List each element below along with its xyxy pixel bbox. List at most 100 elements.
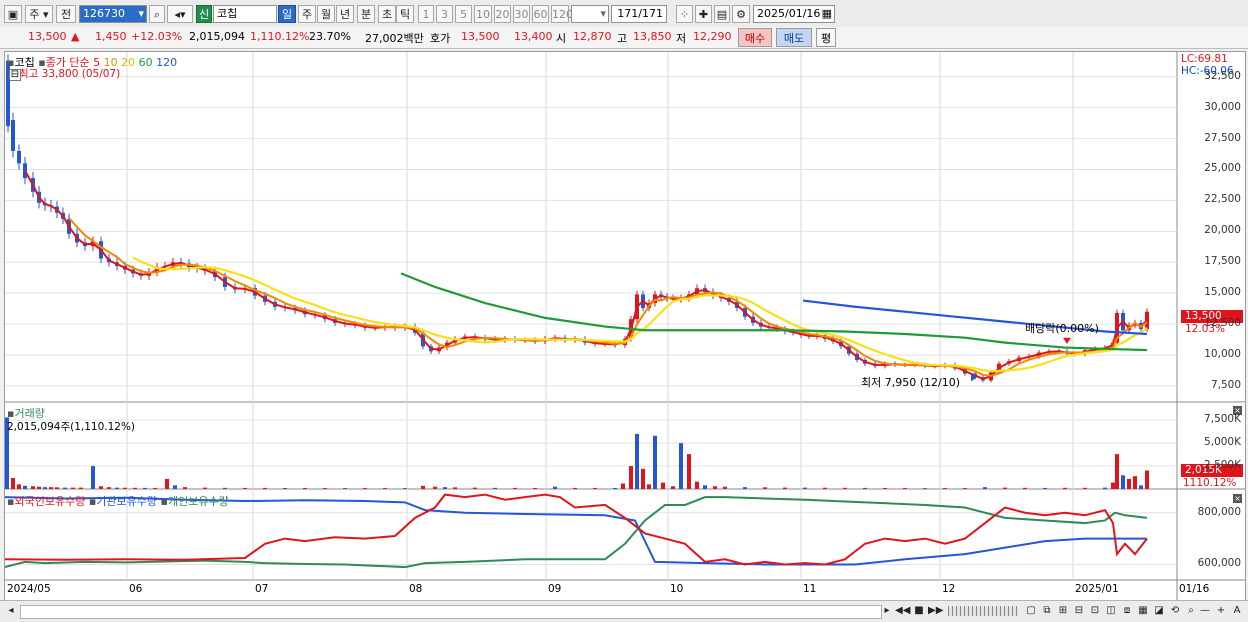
layout-icon[interactable]: ⧉ — [1040, 604, 1054, 618]
save-icon[interactable]: ▤ — [714, 5, 730, 23]
layout-icon[interactable]: ⊟ — [1072, 604, 1086, 618]
magnifier-icon[interactable]: ⌕ — [1184, 604, 1198, 618]
high-note: 최고 33,800 (05/07) — [19, 68, 121, 80]
layout-icon[interactable]: ⧈ — [1120, 604, 1134, 618]
gear-icon[interactable]: ⚙ — [732, 5, 750, 23]
crosshair-icon[interactable]: ✚ — [695, 5, 712, 23]
volume-bar — [1115, 454, 1119, 489]
volume-bar — [533, 487, 537, 489]
volume-tick: 7,500K — [1204, 413, 1241, 426]
buy-button[interactable]: 매수 — [738, 28, 772, 47]
interval-button[interactable]: 20 — [494, 5, 511, 23]
layout-icon[interactable]: ◪ — [1152, 604, 1166, 618]
volume-bar — [1111, 482, 1115, 489]
period-button[interactable]: 월 — [317, 5, 335, 23]
bottom-nav: ◂ ▸ ◀◀ ■ ▶▶ ▢ ⧉ ⊞ ⊟ ⊡ ◫ ⧈ ▦ ◪ ⟲ ⌕ — + A — [0, 600, 1248, 622]
rewind-icon[interactable]: ◀◀ — [895, 604, 910, 618]
volume-bar — [343, 488, 347, 489]
volume-bar — [823, 487, 827, 489]
volume-bar — [383, 488, 387, 489]
period-button[interactable]: 분 — [357, 5, 375, 23]
layout-icon[interactable]: ⟲ — [1168, 604, 1182, 618]
period-button[interactable]: 년 — [336, 5, 354, 23]
layout-icon[interactable]: ▢ — [1024, 604, 1038, 618]
eval-button[interactable]: 평 — [816, 28, 836, 47]
layout-icon[interactable]: ◫ — [1104, 604, 1118, 618]
interval-button[interactable]: 60 — [532, 5, 549, 23]
market-type-select[interactable]: 주 ▾ — [25, 5, 53, 23]
close-icon[interactable]: × — [1233, 494, 1242, 503]
price-tick: 20,000 — [1204, 224, 1241, 237]
volume-bar — [943, 488, 947, 489]
last-volume-pct: 1110.12% — [1183, 477, 1237, 489]
volume-bar — [661, 482, 665, 489]
volume-bar — [671, 486, 675, 489]
interval-button[interactable]: 3 — [436, 5, 453, 23]
volume-bar — [687, 454, 691, 489]
volume-bar — [49, 487, 53, 489]
collapse-icon[interactable]: ⊟ — [9, 69, 21, 81]
volume-bar — [363, 488, 367, 489]
volume-bar — [55, 487, 59, 489]
zoom-in-icon[interactable]: + — [1214, 604, 1228, 618]
date-field[interactable]: 2025/01/16 ▦ — [753, 5, 835, 23]
stop-icon[interactable]: ■ — [912, 604, 926, 618]
bar-count-field[interactable]: 171/171 — [611, 5, 667, 23]
font-size-icon[interactable]: A — [1230, 604, 1244, 618]
volume-bar — [613, 487, 617, 489]
all-button[interactable]: 전 — [56, 5, 76, 23]
chart-area[interactable]: ▪코칩 ▪종가 단순 5 10 20 60 120 최고 33,800 (05/… — [4, 51, 1246, 603]
high-price: 13,850 — [633, 30, 672, 43]
x-tick: 11 — [803, 583, 817, 595]
period-button[interactable]: 일 — [278, 5, 296, 23]
period-button[interactable]: 주 — [298, 5, 316, 23]
scroll-right-icon[interactable]: ▸ — [880, 604, 894, 618]
sell-button[interactable]: 매도 — [776, 28, 812, 47]
layout-icon[interactable]: ⊞ — [1056, 604, 1070, 618]
scrollbar-track[interactable] — [20, 605, 882, 619]
volume-bar — [31, 486, 35, 489]
layout-icon[interactable]: ⊡ — [1088, 604, 1102, 618]
candle — [23, 163, 27, 179]
volume-bar — [323, 488, 327, 489]
x-tick: 2024/05 — [7, 583, 51, 595]
interval-dropdown[interactable]: ▾ — [571, 5, 609, 23]
interval-button[interactable]: 120 — [551, 5, 573, 23]
zoom-out-icon[interactable]: — — [1198, 604, 1212, 618]
stock-name-field[interactable]: 코칩 — [213, 5, 277, 23]
toolbar: ▣ 주 ▾ 전 126730 ▾ ⌕ ◂▾ 신 코칩 일주월년분초틱 1 3 5 10 2… — [0, 0, 1248, 28]
grid-icon[interactable]: ⁘ — [676, 5, 693, 23]
interval-button[interactable]: 1 — [418, 5, 434, 23]
volume-bar — [641, 468, 645, 489]
up-arrow-icon: ▲ — [71, 30, 80, 43]
volume-bar — [843, 487, 847, 489]
volume-bar — [37, 486, 41, 489]
search-icon[interactable]: ⌕ — [149, 5, 165, 23]
period-button[interactable]: 초 — [378, 5, 396, 23]
price-tick: 17,500 — [1204, 255, 1241, 268]
volume-bar — [473, 487, 477, 489]
forward-icon[interactable]: ▶▶ — [928, 604, 943, 618]
speaker-icon[interactable]: ◂▾ — [167, 5, 193, 23]
volume-bar — [443, 487, 447, 489]
volume-bar — [91, 466, 95, 489]
stock-code-input[interactable]: 126730 ▾ — [79, 5, 147, 23]
scroll-left-icon[interactable]: ◂ — [4, 604, 18, 618]
volume-bar — [183, 487, 187, 489]
interval-button[interactable]: 5 — [455, 5, 472, 23]
period-button[interactable]: 틱 — [396, 5, 414, 23]
volume-bar — [263, 487, 267, 489]
layout-icon[interactable]: ▦ — [1136, 604, 1150, 618]
new-listing-badge: 신 — [196, 5, 212, 23]
window-icon[interactable]: ▣ — [4, 5, 22, 23]
price-change-pct: +12.03% — [131, 30, 183, 43]
interval-button[interactable]: 10 — [474, 5, 492, 23]
interval-button[interactable]: 30 — [513, 5, 530, 23]
price-tick: 15,000 — [1204, 286, 1241, 299]
volume-bar — [143, 487, 147, 489]
zoom-slider[interactable] — [948, 606, 1018, 616]
high-label: 고 — [617, 32, 628, 45]
volume-bar — [695, 481, 699, 489]
holding-tick: 600,000 — [1197, 557, 1241, 570]
volume-bar — [903, 488, 907, 489]
